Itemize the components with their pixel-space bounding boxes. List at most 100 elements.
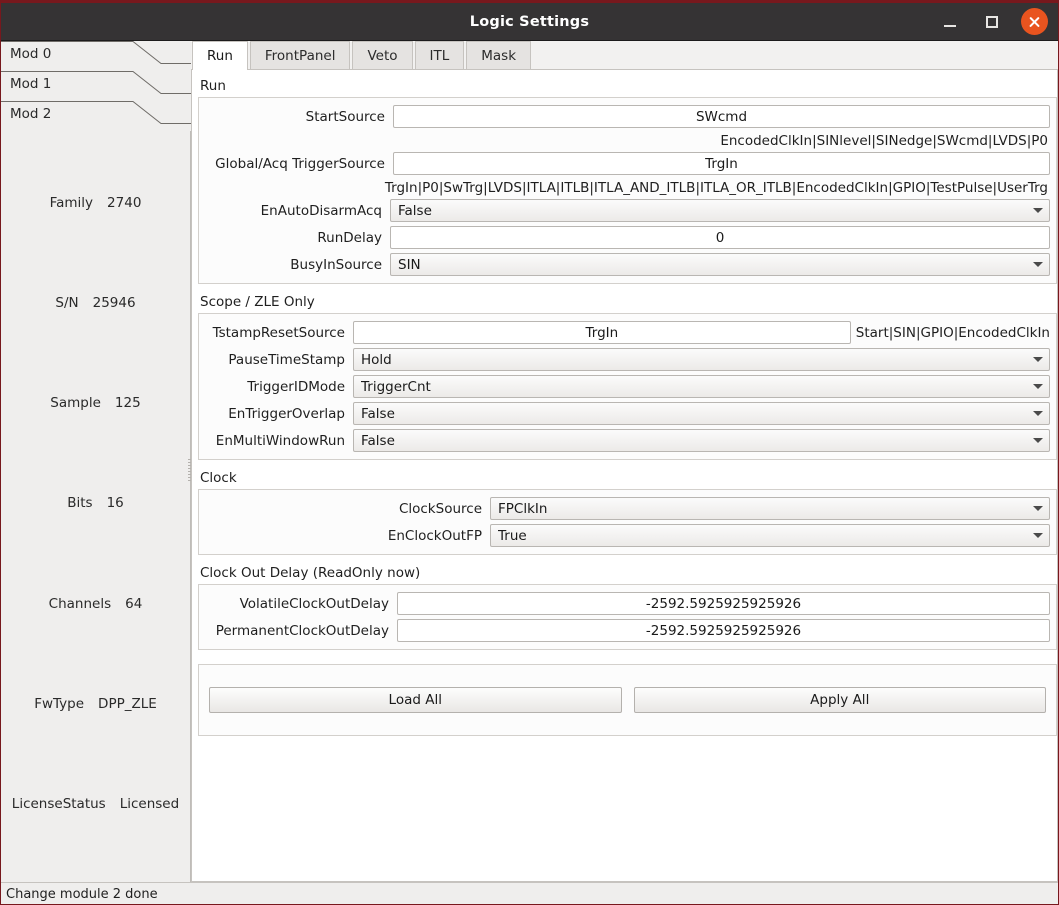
tab-itl[interactable]: ITL: [414, 41, 465, 69]
trigger-id-mode-value: TriggerCnt: [361, 378, 431, 395]
info-row-sample: Sample 125: [1, 395, 190, 411]
section-scope-zle-box: TstampResetSource TrgIn Start|SIN|GPIO|E…: [198, 313, 1057, 460]
chevron-down-icon: [1033, 262, 1043, 267]
run-tab-content: Run StartSource SWcmd EncodedClkIn|SINle…: [191, 70, 1058, 882]
trigger-source-input[interactable]: TrgIn: [393, 152, 1050, 175]
maximize-button[interactable]: [979, 9, 1005, 35]
volatile-clock-out-delay-input[interactable]: -2592.5925925925926: [397, 592, 1050, 615]
clock-source-select[interactable]: FPClkIn: [490, 497, 1050, 520]
busy-in-source-value: SIN: [398, 256, 421, 273]
sidebar-item-mod-0-label: Mod 0: [10, 46, 52, 62]
en-multi-window-run-select[interactable]: False: [353, 429, 1050, 452]
section-actions: Load All Apply All: [198, 664, 1057, 736]
tab-itl-label: ITL: [429, 47, 450, 64]
field-en-multi-window-run-label: EnMultiWindowRun: [215, 432, 345, 449]
field-run-delay-label: RunDelay: [317, 229, 382, 246]
chevron-down-icon: [1033, 533, 1043, 538]
field-pause-timestamp-label: PauseTimeStamp: [228, 351, 345, 368]
info-key-channels: Channels: [48, 595, 112, 612]
minimize-button[interactable]: [937, 9, 963, 35]
trigger-id-mode-select[interactable]: TriggerCnt: [353, 375, 1050, 398]
en-clock-out-fp-value: True: [498, 527, 527, 544]
pause-timestamp-select[interactable]: Hold: [353, 348, 1050, 371]
load-all-button[interactable]: Load All: [209, 687, 622, 713]
settings-tab-strip: Run FrontPanel Veto ITL Mask: [191, 41, 1058, 70]
tab-veto[interactable]: Veto: [352, 41, 413, 69]
settings-pane: Run FrontPanel Veto ITL Mask Run StartSo…: [191, 41, 1058, 882]
en-multi-window-run-value: False: [361, 432, 395, 449]
info-key-license-status: LicenseStatus: [11, 795, 106, 812]
field-trigger-id-mode-label: TriggerIDMode: [247, 378, 345, 395]
section-clock-box: ClockSource FPClkIn EnClockOutFP True: [198, 489, 1057, 555]
module-tab-list: Mod 0 Mod 1 Mod 2: [1, 41, 191, 131]
sidebar-item-mod-2[interactable]: Mod 2: [1, 101, 191, 131]
en-auto-disarm-acq-value: False: [398, 202, 432, 219]
en-trigger-overlap-value: False: [361, 405, 395, 422]
section-run: Run StartSource SWcmd EncodedClkIn|SINle…: [198, 76, 1057, 284]
section-scope-zle: Scope / ZLE Only TstampResetSource TrgIn…: [198, 292, 1057, 460]
field-trigger-id-mode: TriggerIDMode TriggerCnt: [205, 375, 1050, 398]
close-button[interactable]: [1021, 8, 1048, 35]
actions-box: Load All Apply All: [198, 664, 1057, 736]
section-run-box: StartSource SWcmd EncodedClkIn|SINlevel|…: [198, 97, 1057, 284]
clock-source-value: FPClkIn: [498, 500, 548, 517]
info-key-fwtype: FwType: [34, 695, 85, 712]
field-volatile-clock-out-delay: VolatileClockOutDelay -2592.592592592592…: [205, 592, 1050, 615]
sidebar-item-mod-0[interactable]: Mod 0: [1, 41, 191, 71]
sidebar-item-mod-1[interactable]: Mod 1: [1, 71, 191, 101]
info-key-sample: Sample: [50, 395, 101, 412]
tstamp-reset-source-hint: Start|SIN|GPIO|EncodedClkIn: [855, 324, 1050, 341]
tab-run[interactable]: Run: [192, 41, 248, 70]
info-row-fwtype: FwType DPP_ZLE: [1, 696, 190, 712]
field-permanent-clock-out-delay: PermanentClockOutDelay -2592.59259259259…: [205, 619, 1050, 642]
window-body: Mod 0 Mod 1 Mod 2 Family 2740 S/N 25946 …: [1, 41, 1058, 882]
title-bar: Logic Settings: [1, 0, 1058, 41]
tab-mask[interactable]: Mask: [466, 41, 532, 69]
field-trigger-source: Global/Acq TriggerSource TrgIn: [205, 152, 1050, 175]
info-value-sample: 125: [114, 395, 141, 412]
field-clock-source: ClockSource FPClkIn: [205, 497, 1050, 520]
start-source-input[interactable]: SWcmd: [393, 105, 1050, 128]
module-info-panel: Family 2740 S/N 25946 Sample 125 Bits 16…: [1, 129, 190, 882]
apply-all-button[interactable]: Apply All: [633, 687, 1046, 713]
field-en-clock-out-fp: EnClockOutFP True: [205, 524, 1050, 547]
close-icon: [1028, 15, 1041, 28]
chevron-down-icon: [1033, 411, 1043, 416]
permanent-clock-out-delay-input[interactable]: -2592.5925925925926: [397, 619, 1050, 642]
tstamp-reset-source-input[interactable]: TrgIn: [353, 321, 851, 344]
info-row-license-status: LicenseStatus Licensed: [1, 796, 190, 812]
chevron-down-icon: [1033, 208, 1043, 213]
field-en-trigger-overlap: EnTriggerOverlap False: [205, 402, 1050, 425]
sidebar-item-mod-2-label: Mod 2: [10, 106, 52, 122]
tab-frontpanel[interactable]: FrontPanel: [249, 41, 351, 69]
field-permanent-clock-out-delay-label: PermanentClockOutDelay: [215, 622, 389, 639]
tab-frontpanel-label: FrontPanel: [264, 47, 336, 64]
en-clock-out-fp-select[interactable]: True: [490, 524, 1050, 547]
field-run-delay: RunDelay 0: [205, 226, 1050, 249]
section-clock: Clock ClockSource FPClkIn EnClockOutFP T…: [198, 468, 1057, 555]
section-clock-out-delay: Clock Out Delay (ReadOnly now) VolatileC…: [198, 563, 1057, 650]
run-delay-input[interactable]: 0: [390, 226, 1050, 249]
module-sidebar: Mod 0 Mod 1 Mod 2 Family 2740 S/N 25946 …: [1, 41, 191, 882]
info-row-channels: Channels 64: [1, 596, 190, 612]
info-row-bits: Bits 16: [1, 495, 190, 511]
info-value-channels: 64: [125, 595, 143, 612]
section-clock-out-delay-title: Clock Out Delay (ReadOnly now): [200, 565, 421, 581]
busy-in-source-select[interactable]: SIN: [390, 253, 1050, 276]
field-start-source-label: StartSource: [305, 108, 385, 125]
field-volatile-clock-out-delay-label: VolatileClockOutDelay: [239, 595, 389, 612]
field-busy-in-source: BusyInSource SIN: [205, 253, 1050, 276]
minimize-icon: [944, 25, 956, 27]
tab-veto-label: Veto: [367, 47, 398, 64]
chevron-down-icon: [1033, 438, 1043, 443]
en-trigger-overlap-select[interactable]: False: [353, 402, 1050, 425]
info-value-license-status: Licensed: [119, 795, 180, 812]
en-auto-disarm-acq-select[interactable]: False: [390, 199, 1050, 222]
field-trigger-source-label: Global/Acq TriggerSource: [215, 155, 385, 172]
section-clock-title: Clock: [200, 470, 237, 486]
field-en-multi-window-run: EnMultiWindowRun False: [205, 429, 1050, 452]
logic-settings-window: Logic Settings Mod 0 Mod 1 Mod 2 Family …: [0, 0, 1059, 905]
field-clock-source-label: ClockSource: [398, 500, 482, 517]
field-en-auto-disarm-acq-label: EnAutoDisarmAcq: [260, 202, 382, 219]
tab-mask-label: Mask: [481, 47, 517, 64]
